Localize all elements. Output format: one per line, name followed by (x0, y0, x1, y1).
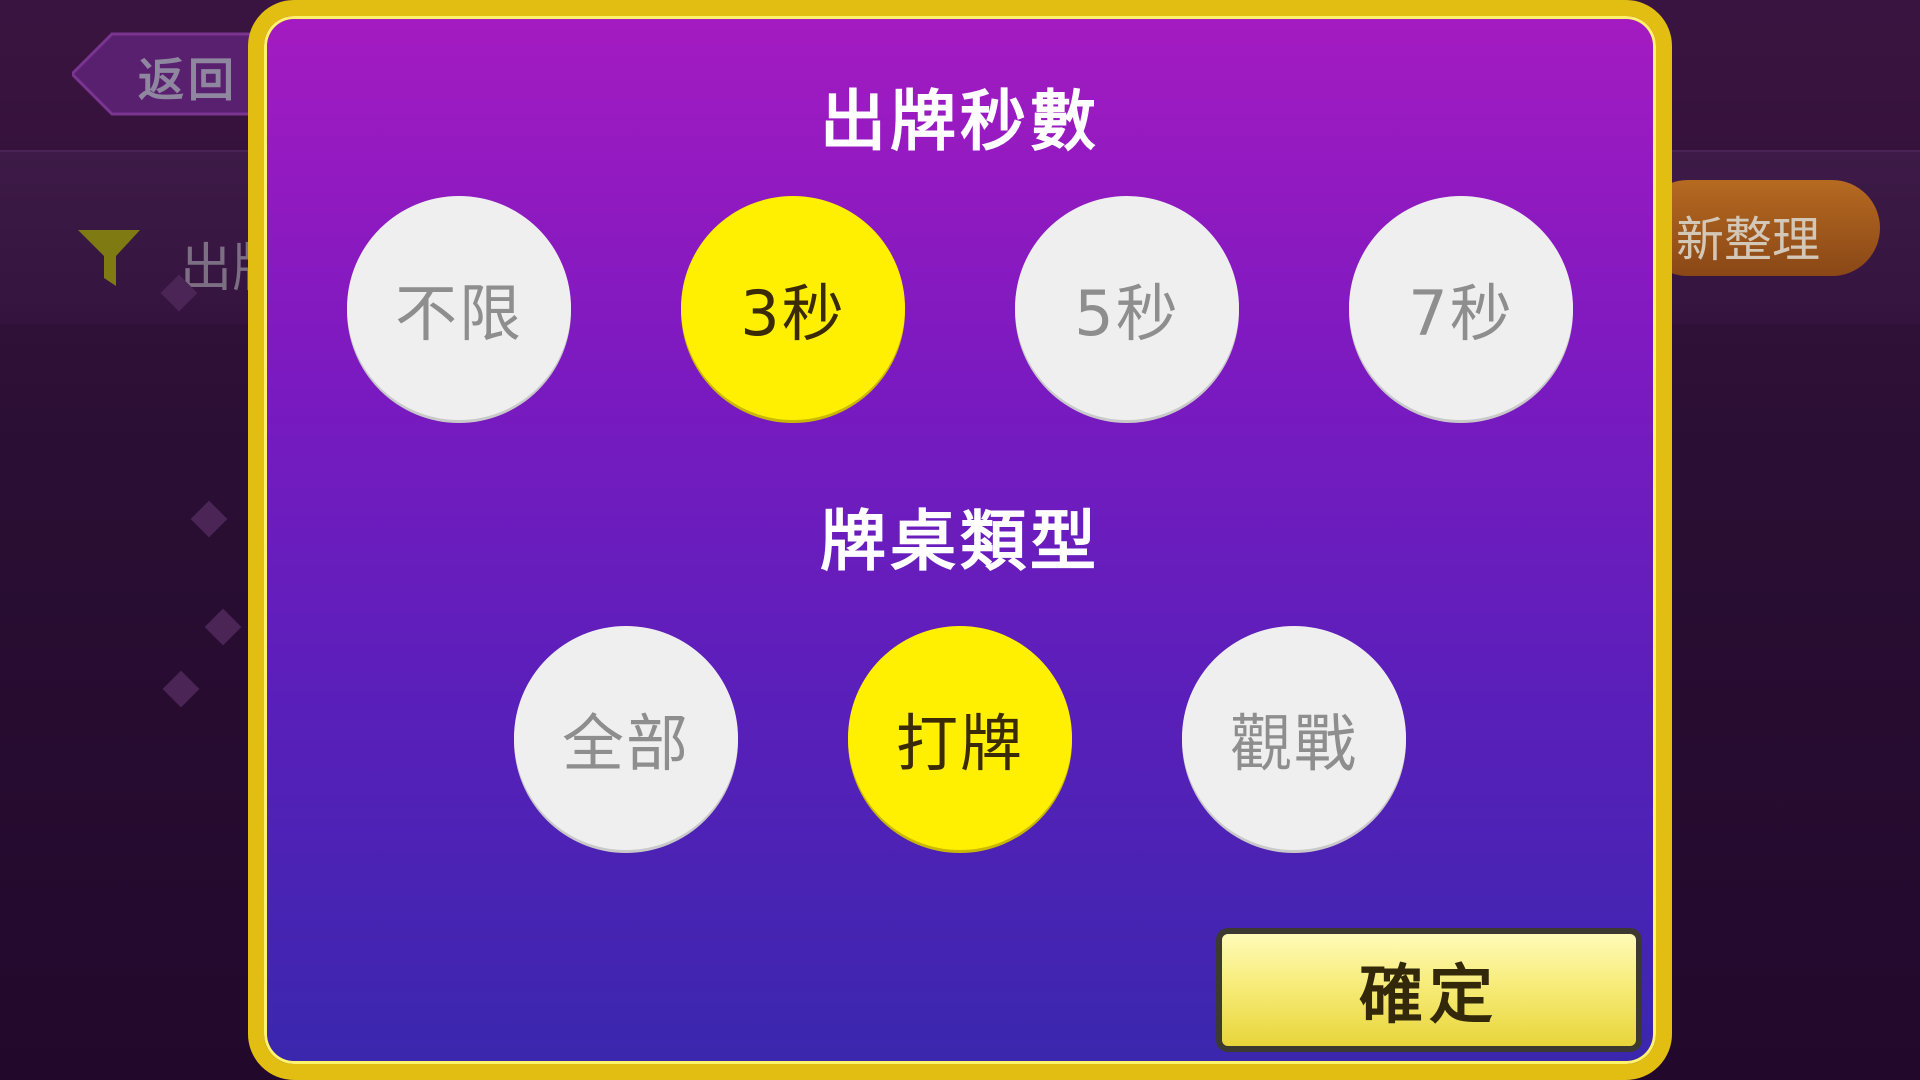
refresh-sort-button[interactable]: 新整理 (1640, 180, 1880, 276)
filter-settings-dialog: 出牌秒數 不限 3秒 5秒 7秒 牌桌類型 全部 打牌 觀戰 確定 (248, 0, 1672, 1080)
decor-diamond (190, 500, 228, 538)
turn-time-title: 出牌秒數 (820, 83, 1100, 160)
turn-time-option-7s[interactable]: 7秒 (1349, 196, 1573, 420)
turn-time-option-5s[interactable]: 5秒 (1015, 196, 1239, 420)
decor-diamond (162, 670, 200, 708)
turn-time-option-3s[interactable]: 3秒 (681, 196, 905, 420)
turn-time-option-unlimited[interactable]: 不限 (347, 196, 571, 420)
confirm-button[interactable]: 確定 (1216, 928, 1642, 1052)
table-type-title: 牌桌類型 (820, 503, 1100, 580)
table-type-option-spectate[interactable]: 觀戰 (1182, 626, 1406, 850)
game-screen: 返回 出牌 新整理 出牌秒數 不限 3秒 5秒 7秒 牌桌類型 全部 打牌 觀戰… (0, 0, 1920, 1080)
decor-diamond (204, 608, 242, 646)
table-type-option-all[interactable]: 全部 (514, 626, 738, 850)
table-type-option-play[interactable]: 打牌 (848, 626, 1072, 850)
back-button[interactable]: 返回 (72, 30, 272, 118)
back-label: 返回 (138, 53, 238, 107)
refresh-sort-label: 新整理 (1675, 212, 1820, 268)
filter-icon[interactable] (76, 226, 142, 290)
